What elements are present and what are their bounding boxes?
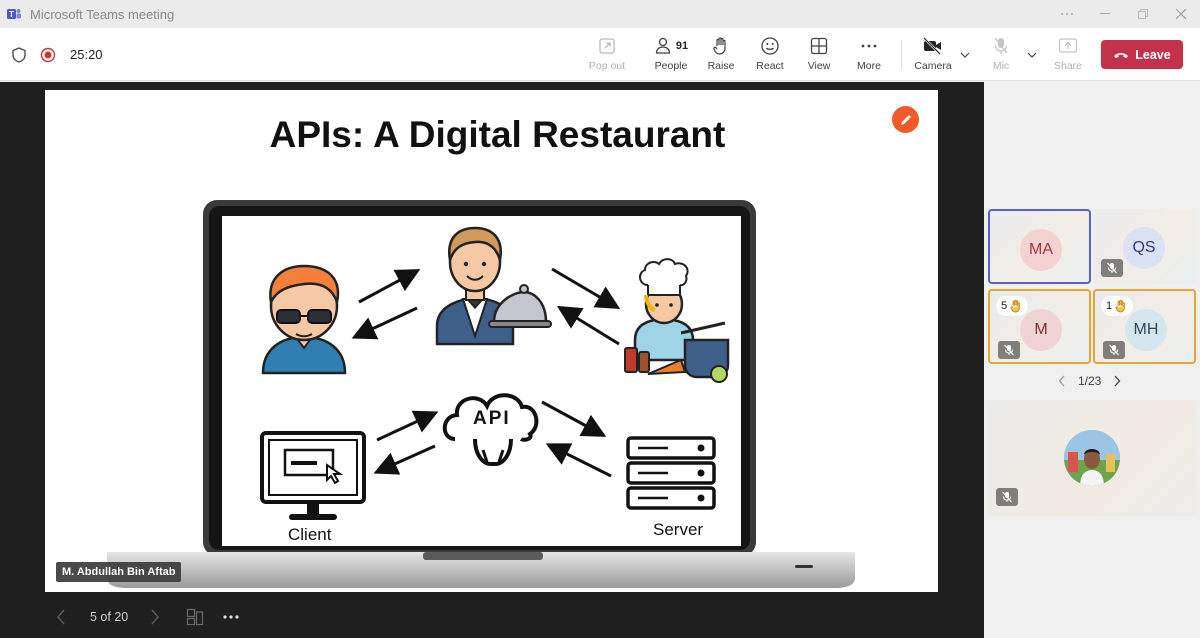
participant-tile[interactable]: 1 MH	[1093, 289, 1196, 364]
share-label: Share	[1053, 60, 1083, 72]
raise-label: Raise	[707, 60, 735, 72]
server-label: Server	[653, 520, 704, 539]
mic-muted-icon	[1101, 259, 1123, 277]
shield-icon[interactable]	[12, 46, 26, 63]
presenter-name-tag: M. Abdullah Bin Aftab	[56, 562, 182, 582]
view-label: View	[807, 60, 831, 72]
client-label: Client	[288, 525, 332, 544]
camera-button[interactable]: Camera	[910, 34, 956, 76]
share-icon	[1058, 38, 1078, 53]
self-video-tile[interactable]	[988, 400, 1196, 516]
hand-icon	[713, 37, 726, 55]
popout-label: Pop out	[588, 60, 626, 72]
share-button[interactable]: Share	[1045, 34, 1091, 76]
smiley-icon	[761, 37, 779, 55]
avatar: M	[1020, 309, 1062, 351]
gallery-pager: 1/23	[1058, 374, 1121, 388]
mic-label: Mic	[992, 60, 1010, 72]
pen-icon	[900, 114, 911, 125]
people-button[interactable]: 91 People	[648, 34, 694, 76]
meeting-timer: 25:20	[70, 47, 103, 62]
minimize-button[interactable]	[1086, 0, 1124, 28]
slide-counter: 5 of 20	[90, 610, 129, 624]
customer-icon	[261, 264, 347, 375]
participant-tile[interactable]: MA	[988, 209, 1091, 284]
mic-muted-icon	[1103, 341, 1125, 359]
slide-more-options-icon[interactable]	[222, 614, 240, 620]
view-button[interactable]: View	[796, 34, 842, 76]
raised-hand-icon	[1115, 299, 1125, 313]
toolbar-separator	[901, 40, 902, 70]
camera-off-icon	[923, 37, 941, 55]
window-title: Microsoft Teams meeting	[30, 6, 175, 22]
hand-order: 1	[1106, 300, 1113, 312]
meeting-toolbar: 25:20 Pop out 91 People Raise React View…	[0, 28, 1200, 81]
previous-slide-chevron-icon[interactable]	[56, 609, 66, 625]
close-button[interactable]	[1162, 0, 1200, 28]
participant-tile[interactable]: 5 M	[988, 289, 1091, 364]
avatar: MH	[1125, 309, 1167, 351]
people-count: 91	[675, 40, 689, 52]
shared-slide: APIs: A Digital Restaurant API Client Se…	[45, 90, 938, 592]
self-profile-photo	[1064, 430, 1120, 486]
popout-icon	[599, 38, 615, 54]
restore-button[interactable]	[1124, 0, 1162, 28]
people-label: People	[654, 60, 688, 72]
raised-hand-badge: 5	[996, 296, 1029, 316]
raise-hand-button[interactable]: Raise	[698, 34, 744, 76]
avatar: MA	[1020, 229, 1062, 271]
next-slide-chevron-icon[interactable]	[150, 609, 160, 625]
popout-button[interactable]: Pop out	[584, 34, 630, 76]
people-icon	[655, 37, 671, 54]
svg-text:T: T	[9, 10, 14, 19]
camera-options-chevron-icon[interactable]	[958, 48, 972, 62]
raised-hand-icon	[1010, 299, 1020, 313]
participant-tile[interactable]: QS	[1093, 209, 1196, 284]
mic-options-chevron-icon[interactable]	[1025, 48, 1039, 62]
react-button[interactable]: React	[747, 34, 793, 76]
slide-sorter-icon[interactable]	[186, 608, 204, 626]
mic-muted-icon	[998, 341, 1020, 359]
mic-button[interactable]: Mic	[978, 34, 1024, 76]
avatar: QS	[1123, 227, 1165, 269]
api-label: API	[473, 408, 511, 429]
participant-gallery: MA QS 5 M 1 MH 1/23	[984, 82, 1200, 638]
server-icon	[626, 436, 716, 510]
hand-order: 5	[1001, 300, 1008, 312]
leave-button[interactable]: Leave	[1101, 40, 1183, 69]
record-icon	[40, 47, 56, 62]
react-label: React	[756, 60, 784, 72]
window-more-icon[interactable]	[1048, 0, 1086, 28]
gallery-page-indicator: 1/23	[1078, 374, 1102, 388]
camera-label: Camera	[914, 60, 952, 72]
slide-navigation: 5 of 20	[56, 607, 240, 627]
leave-label: Leave	[1135, 47, 1171, 62]
mic-off-icon	[994, 37, 1008, 54]
gallery-prev-chevron-icon[interactable]	[1058, 375, 1066, 387]
raised-hand-badge: 1	[1101, 296, 1134, 316]
slide-title: APIs: A Digital Restaurant	[269, 114, 726, 155]
slide-illustration	[107, 200, 855, 588]
title-bar: T Microsoft Teams meeting	[0, 0, 1200, 28]
gallery-next-chevron-icon[interactable]	[1113, 375, 1121, 387]
phone-icon	[1114, 52, 1129, 58]
shared-content-stage: APIs: A Digital Restaurant API Client Se…	[0, 82, 984, 638]
ellipsis-icon	[861, 44, 877, 48]
more-button[interactable]: More	[846, 34, 892, 76]
more-label: More	[857, 60, 881, 72]
grid-icon	[810, 37, 828, 55]
annotation-pen-button[interactable]	[892, 106, 919, 133]
teams-logo-icon: T	[7, 9, 21, 19]
mic-muted-icon	[996, 488, 1018, 506]
